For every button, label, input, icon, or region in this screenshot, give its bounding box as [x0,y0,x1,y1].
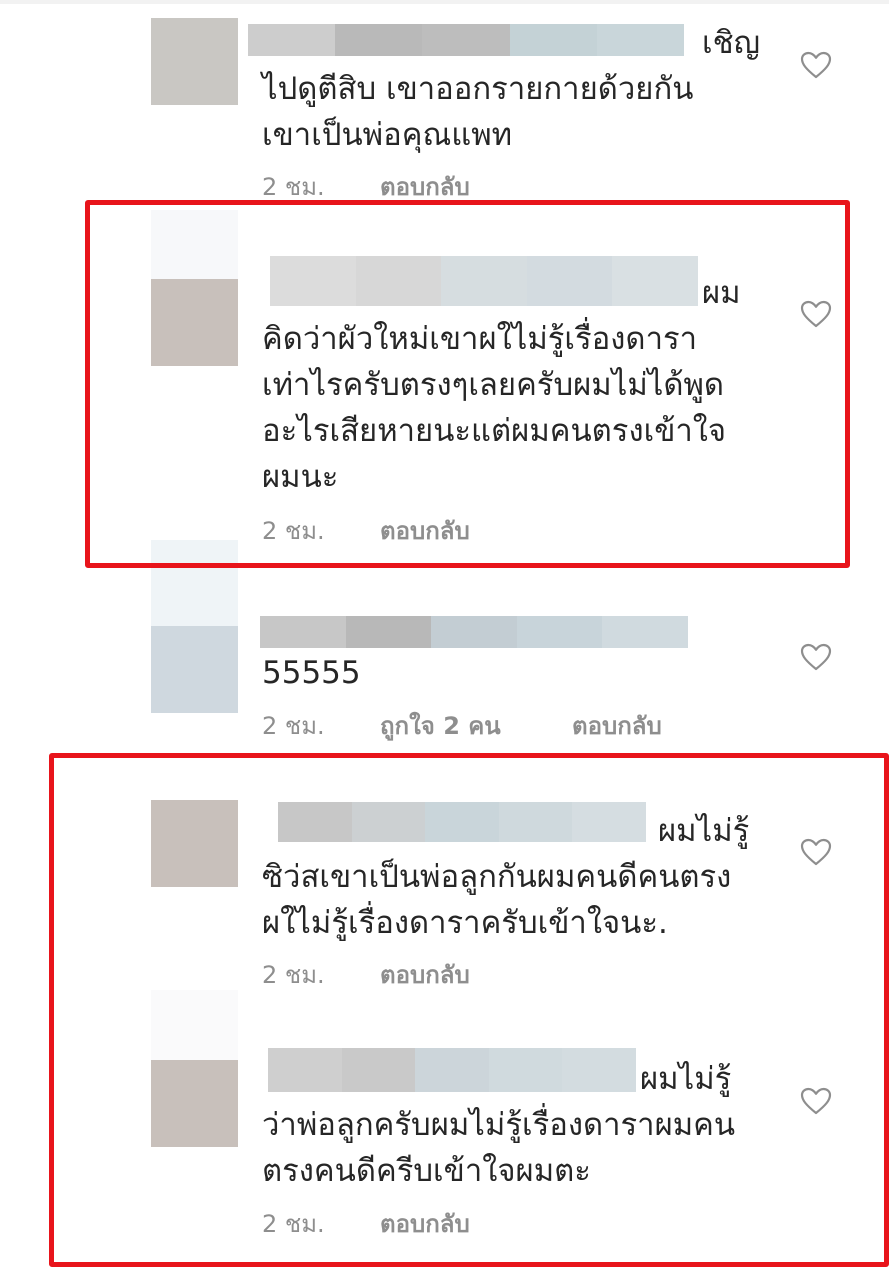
comment-text-line: เชิญ [702,25,761,61]
comment-text: เชิญ ไปดูตีสิบ เขาออกรายกายด้วยกัน เขาเป… [262,20,782,158]
highlight-box [49,753,889,1267]
blurred-username [260,616,688,648]
avatar[interactable] [151,18,238,105]
comment-text-line: 55555 [262,655,361,691]
heart-outline-icon[interactable] [800,643,832,671]
heart-outline-icon[interactable] [800,51,832,79]
comment-meta: 2 ชม. ถูกใจ 2 คน ตอบกลับ [262,711,662,741]
comment-meta: 2 ชม. ตอบกลับ [262,172,470,202]
comment-time: 2 ชม. [262,712,325,740]
reply-button[interactable]: ตอบกลับ [380,172,470,202]
reply-button[interactable]: ตอบกลับ [572,711,662,741]
comment-text-line: ไปดูตีสิบ เขาออกรายกายด้วยกัน [262,71,694,107]
comment-text: 55555 [262,650,782,696]
avatar[interactable] [151,626,238,713]
likes-count[interactable]: ถูกใจ 2 คน [380,711,572,741]
comment-text-line: เขาเป็นพ่อคุณแพท [262,117,513,153]
highlight-box [85,200,850,568]
comment-time: 2 ชม. [262,173,325,201]
top-edge [0,0,889,4]
